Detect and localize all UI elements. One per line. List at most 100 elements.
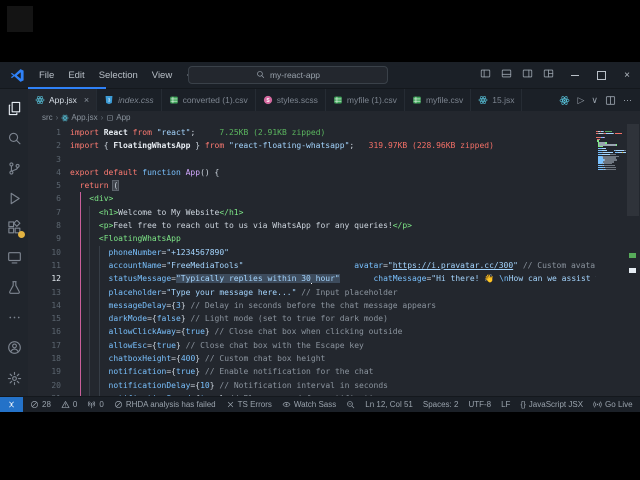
line-number: 1 — [28, 126, 61, 139]
activity-run-debug-icon[interactable] — [0, 183, 28, 213]
status-ts-errors[interactable]: TS Errors — [221, 397, 277, 412]
activity-files-icon[interactable] — [0, 94, 28, 124]
line-number: 16 — [28, 325, 61, 338]
code-line-18[interactable]: chatboxHeight={400} // Custom chat box h… — [70, 352, 640, 365]
status-encoding[interactable]: UTF-8 — [463, 397, 496, 412]
breadcrumb-item-src[interactable]: src — [42, 113, 53, 122]
menu-selection[interactable]: Selection — [92, 63, 145, 88]
activity-account-icon[interactable] — [0, 332, 28, 363]
code-line-10[interactable]: phoneNumber="+1234567890" — [70, 246, 640, 259]
status-remote-indicator[interactable] — [0, 397, 23, 412]
status-eol[interactable]: LF — [496, 397, 515, 412]
code-line-7[interactable]: <h1>Welcome to My Website</h1> — [70, 206, 640, 219]
tab-converted-1-.csv[interactable]: converted (1).csv — [162, 89, 256, 111]
activity-source-control-icon[interactable] — [0, 154, 28, 184]
status-label: TS Errors — [238, 400, 272, 409]
run-dropdown-chevron[interactable]: ∨ — [591, 95, 598, 106]
code-line-20[interactable]: notificationDelay={10} // Notification i… — [70, 379, 640, 392]
run-react-icon[interactable] — [559, 95, 570, 106]
code-line-5[interactable]: return ( — [70, 179, 640, 192]
breadcrumb-separator: › — [101, 113, 104, 122]
tab-15.jsx[interactable]: 15.jsx — [471, 89, 522, 111]
tab-label: App.jsx — [49, 95, 77, 105]
editor-scrollbar[interactable] — [626, 124, 640, 396]
tab-app.jsx[interactable]: App.jsx × — [28, 89, 97, 111]
close-icon — [226, 400, 235, 409]
status-forwarded-ports[interactable]: 0 — [82, 397, 108, 412]
breadcrumb-item-app.jsx[interactable]: App.jsx — [61, 113, 97, 122]
status-problems-errors[interactable]: 28 — [25, 397, 56, 412]
status-watch-sass[interactable]: Watch Sass — [277, 397, 341, 412]
minimap[interactable] — [596, 124, 626, 396]
activity-more-icon[interactable] — [0, 302, 28, 332]
customize-layout-icon[interactable] — [543, 66, 554, 84]
activity-settings-icon[interactable] — [0, 363, 28, 394]
code-line-14[interactable]: messageDelay={3} // Delay in seconds bef… — [70, 299, 640, 312]
line-number: 4 — [28, 166, 61, 179]
code-editor[interactable]: 123456789101112131415161718192021 import… — [28, 124, 640, 396]
tab-index.css[interactable]: 3index.css — [97, 89, 161, 111]
activity-extensions-icon[interactable] — [0, 213, 28, 243]
split-editor-button[interactable] — [605, 95, 616, 106]
code-line-19[interactable]: notification={true} // Enable notificati… — [70, 365, 640, 378]
command-center-search[interactable]: my-react-app — [188, 66, 388, 84]
code-line-11[interactable]: accountName="FreeMediaTools" avatar="htt… — [70, 259, 640, 272]
code-line-4[interactable]: export default function App() { — [70, 166, 640, 179]
menu-file[interactable]: File — [32, 63, 61, 88]
activity-search-icon[interactable] — [0, 124, 28, 154]
status-zoom-out[interactable] — [341, 397, 360, 412]
minimize-button[interactable] — [562, 62, 588, 88]
status-go-live[interactable]: Go Live — [588, 397, 638, 412]
code-line-21[interactable]: notificationSound={true} // Play a sound… — [70, 392, 640, 396]
code-line-16[interactable]: allowClickAway={true} // Close chat box … — [70, 325, 640, 338]
editor-more-actions[interactable]: ⋯ — [623, 95, 632, 106]
line-number: 2 — [28, 139, 61, 152]
tab-label: converted (1).csv — [183, 95, 248, 105]
breadcrumb-item-app[interactable]: App — [106, 113, 130, 122]
line-number: 11 — [28, 259, 61, 272]
status-language-mode[interactable]: {}JavaScript JSX — [515, 397, 588, 412]
react-icon — [61, 114, 69, 122]
code-line-3[interactable] — [70, 153, 640, 166]
status-indentation[interactable]: Spaces: 2 — [418, 397, 464, 412]
tab-close-icon[interactable]: × — [84, 95, 89, 105]
toggle-secondary-sidebar-icon[interactable] — [522, 66, 533, 84]
status-rhda-status[interactable]: RHDA analysis has failed — [109, 397, 221, 412]
status-label: Watch Sass — [294, 400, 336, 409]
toggle-sidebar-icon[interactable] — [480, 66, 491, 84]
status-label: Ln 12, Col 51 — [365, 400, 413, 409]
code-line-8[interactable]: <p>Feel free to reach out to us via What… — [70, 219, 640, 232]
overview-ruler-mark-green — [629, 253, 636, 258]
tab-label: styles.scss — [277, 95, 318, 105]
tab-styles.scss[interactable]: Sstyles.scss — [256, 89, 326, 111]
radio-tower-icon — [87, 400, 96, 409]
menu-view[interactable]: View — [145, 63, 179, 88]
code-line-2[interactable]: import { FloatingWhatsApp } from "react-… — [70, 139, 640, 152]
tab-myfile-1-.csv[interactable]: myfile (1).csv — [326, 89, 405, 111]
css-icon: 3 — [104, 95, 114, 105]
code-line-1[interactable]: import React from "react"; 7.25KB (2.91K… — [70, 126, 640, 139]
extensions-warning-badge — [18, 231, 25, 238]
letterbox-artifact — [7, 6, 33, 32]
toggle-panel-icon[interactable] — [501, 66, 512, 84]
tab-myfile.csv[interactable]: myfile.csv — [405, 89, 471, 111]
breadcrumb-label: App — [116, 113, 130, 122]
code-line-6[interactable]: <div> — [70, 192, 640, 205]
code-line-17[interactable]: allowEsc={true} // Close chat box with t… — [70, 339, 640, 352]
code-line-12[interactable]: statusMessage="Typically replies within … — [70, 272, 640, 285]
maximize-button[interactable] — [588, 62, 614, 88]
close-button[interactable]: × — [614, 62, 640, 88]
code-line-15[interactable]: darkMode={false} // Light mode (set to t… — [70, 312, 640, 325]
run-button[interactable]: ▷ — [577, 95, 584, 106]
code-line-13[interactable]: placeholder="Type your message here..." … — [70, 286, 640, 299]
code-line-9[interactable]: <FloatingWhatsApp — [70, 232, 640, 245]
status-problems-warnings[interactable]: 0 — [56, 397, 82, 412]
overview-ruler-mark-white — [629, 268, 636, 273]
status-cursor-position[interactable]: Ln 12, Col 51 — [360, 397, 418, 412]
activity-testing-icon[interactable] — [0, 273, 28, 303]
menu-edit[interactable]: Edit — [61, 63, 91, 88]
code-content[interactable]: import React from "react"; 7.25KB (2.91K… — [70, 126, 640, 396]
scrollbar-slider[interactable] — [627, 124, 639, 216]
line-number: 13 — [28, 286, 61, 299]
activity-remote-explorer-icon[interactable] — [0, 243, 28, 273]
